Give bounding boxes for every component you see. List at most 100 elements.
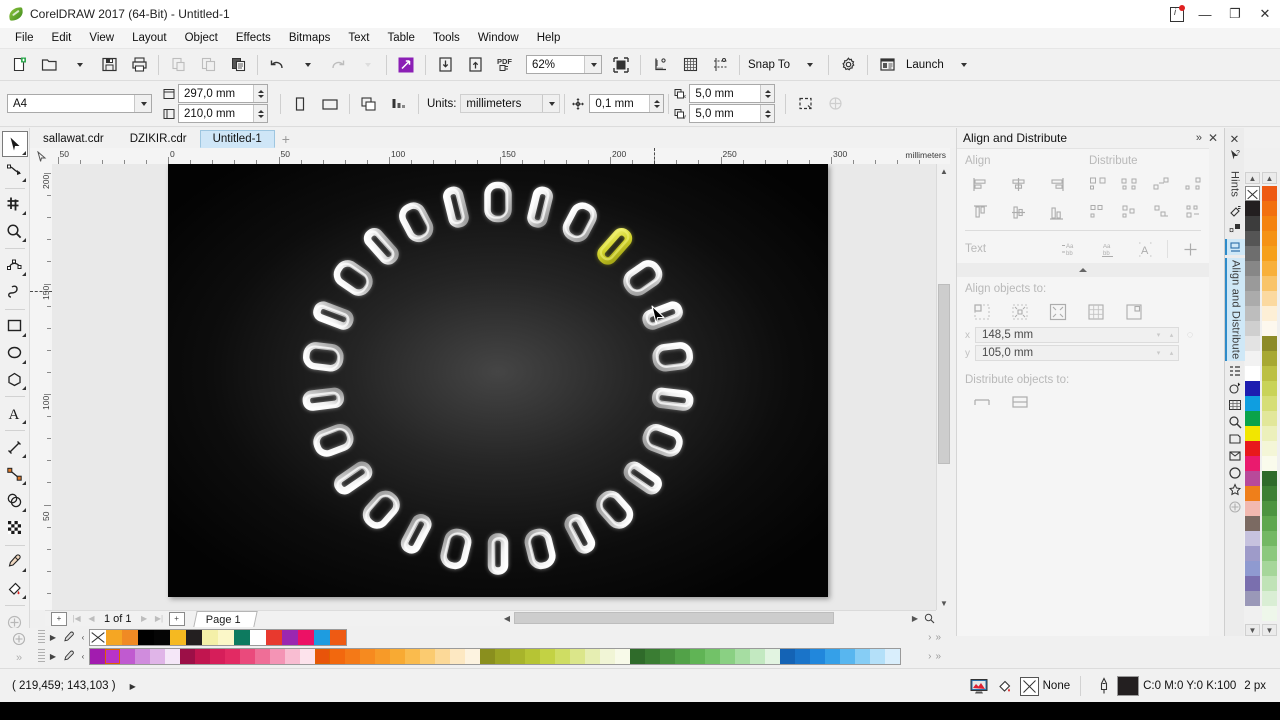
- color-swatch[interactable]: [1245, 306, 1260, 321]
- color-swatch[interactable]: [1262, 606, 1277, 621]
- color-swatch[interactable]: [1262, 591, 1277, 606]
- duplicate-x-spinner[interactable]: [760, 85, 775, 102]
- color-swatch[interactable]: [1245, 216, 1260, 231]
- color-swatch[interactable]: [780, 648, 795, 664]
- color-swatch[interactable]: [195, 648, 210, 664]
- save-document-button[interactable]: [95, 52, 123, 78]
- color-swatch[interactable]: [1245, 231, 1260, 246]
- color-swatch[interactable]: [405, 648, 420, 664]
- transparency-tool[interactable]: [2, 515, 28, 541]
- palette-2-swatches[interactable]: [89, 647, 901, 665]
- outline-pen-icon[interactable]: [1091, 675, 1117, 697]
- add-page-end-button[interactable]: +: [168, 611, 185, 626]
- palette-expand-icon[interactable]: »: [16, 652, 22, 664]
- minimize-button[interactable]: —: [1190, 0, 1220, 28]
- color-swatch[interactable]: [840, 648, 855, 664]
- color-swatch[interactable]: [1245, 546, 1260, 561]
- color-swatch[interactable]: [300, 648, 315, 664]
- color-swatch[interactable]: [1262, 441, 1277, 456]
- color-swatch[interactable]: [122, 629, 138, 645]
- palette-1-end-controls[interactable]: ›»: [928, 632, 943, 643]
- color-swatch[interactable]: [150, 648, 165, 664]
- next-page-button[interactable]: ▶: [137, 612, 152, 626]
- color-swatch[interactable]: [1262, 351, 1277, 366]
- align-center-vertically-button[interactable]: [999, 198, 1037, 226]
- lens-tab[interactable]: [1226, 466, 1244, 480]
- zoom-to-fit-button[interactable]: [922, 611, 936, 625]
- color-swatch[interactable]: [585, 648, 600, 664]
- zoom-dropdown-arrow[interactable]: [584, 56, 601, 73]
- palette-2-end-controls[interactable]: ›»: [928, 651, 943, 662]
- color-swatch[interactable]: [1245, 381, 1260, 396]
- color-swatch[interactable]: [1262, 306, 1277, 321]
- color-swatch[interactable]: [1245, 321, 1260, 336]
- drop-shadow-tool[interactable]: [2, 488, 28, 514]
- horizontal-ruler[interactable]: millimeters 50 0 50 100 150 200 250 300: [52, 148, 950, 165]
- color-swatch[interactable]: [360, 648, 375, 664]
- undo-button[interactable]: [263, 52, 291, 78]
- distribute-space-v-button[interactable]: [1145, 198, 1177, 226]
- color-swatch[interactable]: [138, 629, 154, 645]
- shaping-tab[interactable]: [1226, 432, 1244, 446]
- color-swatch[interactable]: [870, 648, 885, 664]
- color-swatch[interactable]: [345, 648, 360, 664]
- paste-button[interactable]: [224, 52, 252, 78]
- color-swatch[interactable]: [234, 629, 250, 645]
- color-swatch[interactable]: [645, 648, 660, 664]
- vertical-scroll-thumb[interactable]: [938, 284, 950, 464]
- units-combo[interactable]: millimeters: [460, 94, 561, 113]
- text-outline-button[interactable]: [1171, 235, 1209, 263]
- color-swatch[interactable]: [1245, 501, 1260, 516]
- align-to-grid-button[interactable]: [1077, 298, 1115, 326]
- polygon-tool[interactable]: [2, 367, 28, 393]
- freehand-tool[interactable]: [2, 252, 28, 278]
- color-swatch[interactable]: [690, 648, 705, 664]
- color-swatch[interactable]: [525, 648, 540, 664]
- color-swatch[interactable]: [600, 648, 615, 664]
- color-swatch[interactable]: [1245, 591, 1260, 606]
- color-swatch[interactable]: [1245, 531, 1260, 546]
- wireframe-button[interactable]: [821, 91, 849, 117]
- color-swatch[interactable]: [1262, 531, 1277, 546]
- color-swatch[interactable]: [1262, 291, 1277, 306]
- color-swatch[interactable]: [1245, 426, 1260, 441]
- menu-help[interactable]: Help: [528, 30, 570, 46]
- parallel-dimension-tool[interactable]: [2, 434, 28, 460]
- zoom-level-combo[interactable]: 62%: [526, 55, 602, 74]
- notification-icon[interactable]: [1164, 0, 1190, 28]
- align-x-input[interactable]: 148,5 mm ▾ ▴: [975, 327, 1179, 343]
- menu-effects[interactable]: Effects: [227, 30, 280, 46]
- close-button[interactable]: ✕: [1250, 0, 1280, 28]
- color-swatch[interactable]: [570, 648, 585, 664]
- first-page-button[interactable]: |◀: [69, 612, 84, 626]
- color-swatch[interactable]: [1245, 201, 1260, 216]
- color-swatch[interactable]: [1262, 576, 1277, 591]
- object-manager-tab[interactable]: ¤: [1226, 222, 1244, 236]
- object-styles-tab[interactable]: [1226, 364, 1244, 378]
- palette-1-scroll-left[interactable]: ‹: [77, 629, 89, 645]
- close-icon[interactable]: ✕: [1208, 131, 1218, 145]
- color-proof-icon[interactable]: [966, 675, 992, 697]
- symbol-manager-tab[interactable]: [1226, 483, 1244, 497]
- color-swatch[interactable]: [202, 629, 218, 645]
- page-size-arrow[interactable]: [134, 95, 151, 112]
- menu-layout[interactable]: Layout: [123, 30, 176, 46]
- align-y-spinner[interactable]: ▾ ▴: [1152, 346, 1178, 360]
- undo-dropdown[interactable]: [293, 52, 321, 78]
- previous-page-button[interactable]: ◀: [84, 612, 99, 626]
- collapse-section-button[interactable]: [957, 263, 1209, 277]
- nudge-offset-input[interactable]: 0,1 mm: [589, 94, 665, 113]
- palette-grip-1[interactable]: [38, 629, 45, 645]
- color-swatch[interactable]: [375, 648, 390, 664]
- color-swatch[interactable]: [720, 648, 735, 664]
- color-swatch[interactable]: [1245, 486, 1260, 501]
- crop-tool[interactable]: [2, 192, 28, 218]
- color-swatch[interactable]: [186, 629, 202, 645]
- distribute-space-h-button[interactable]: [1145, 170, 1177, 198]
- show-grid-button[interactable]: [676, 52, 704, 78]
- text-tool[interactable]: A: [2, 400, 28, 426]
- color-swatch[interactable]: [450, 648, 465, 664]
- color-swatch[interactable]: [1262, 261, 1277, 276]
- color-swatch[interactable]: [615, 648, 630, 664]
- align-to-page-edge-button[interactable]: [1039, 298, 1077, 326]
